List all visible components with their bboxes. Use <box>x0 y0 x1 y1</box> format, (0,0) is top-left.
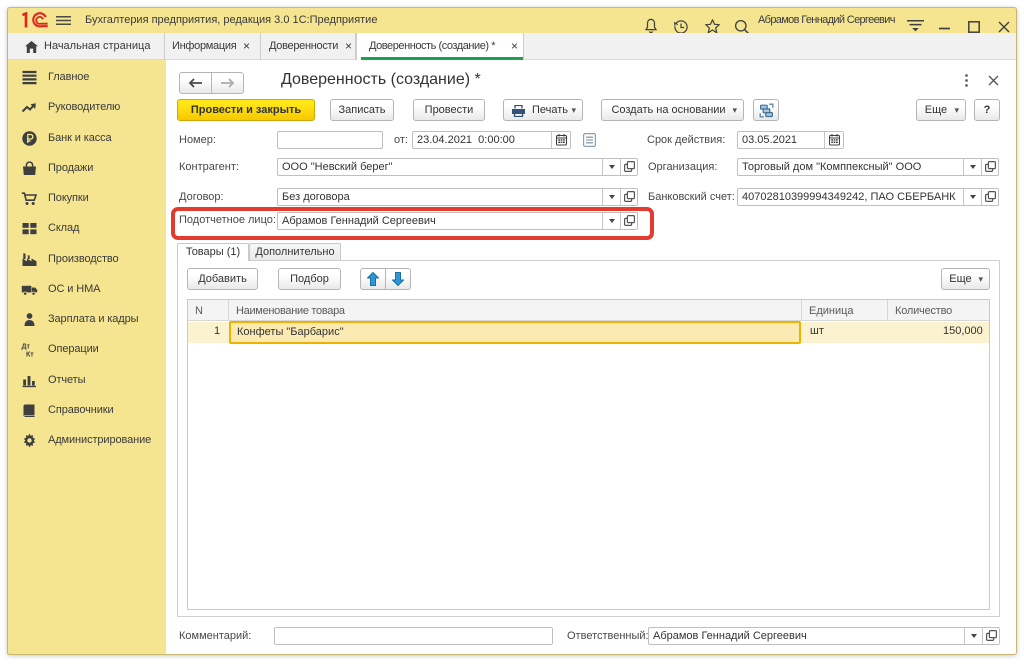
svg-text:Дт: Дт <box>22 344 31 351</box>
svg-text:Кт: Кт <box>26 352 34 359</box>
